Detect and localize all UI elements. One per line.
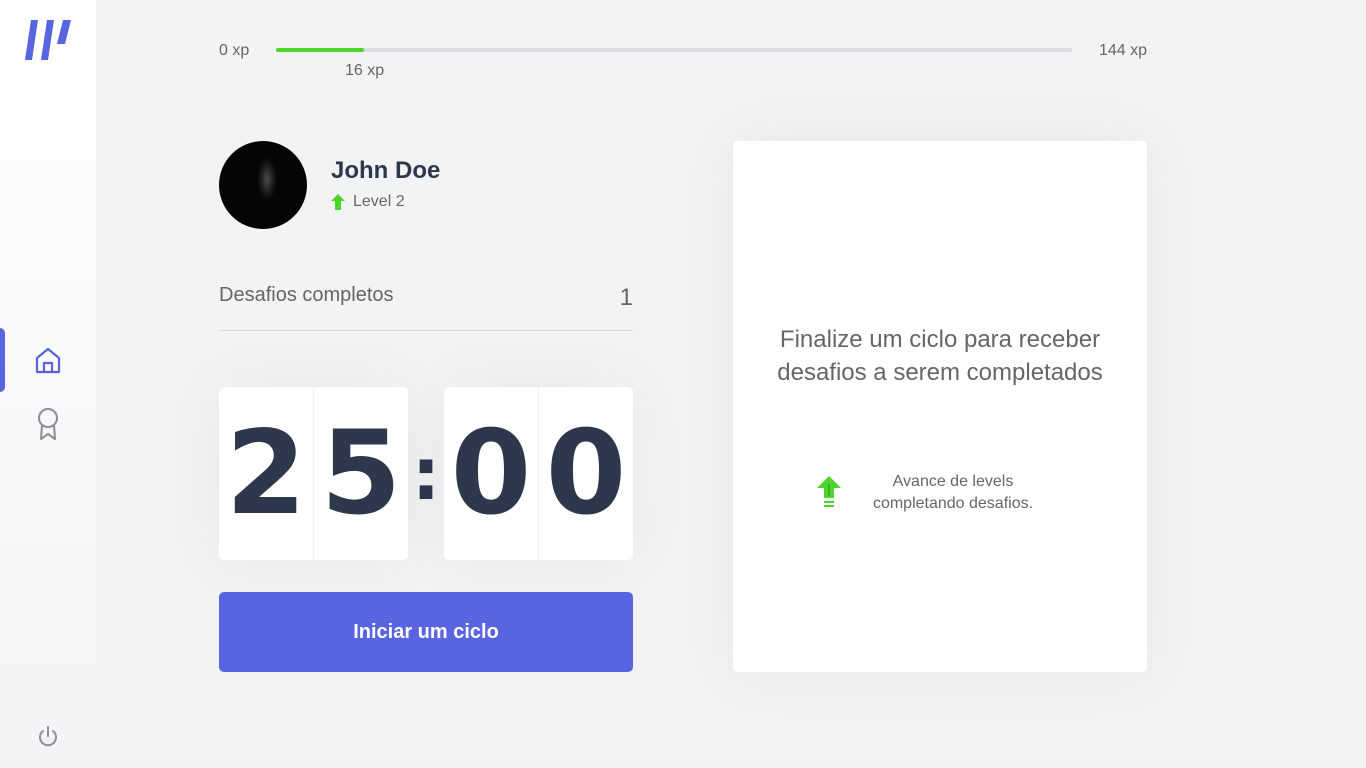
countdown-digit: 0 — [545, 406, 627, 541]
countdown-minutes: 2 5 — [219, 387, 408, 560]
profile-level: Level 2 — [331, 193, 405, 211]
countdown-digit: 5 — [320, 406, 402, 541]
sidebar — [0, 0, 96, 768]
completed-challenges-label: Desafios completos — [219, 284, 394, 306]
challenge-empty-title: Finalize um ciclo para receber desafios … — [777, 326, 1103, 386]
xp-progress-fill — [276, 48, 365, 52]
logout-button[interactable] — [31, 720, 65, 754]
countdown-digit: 0 — [444, 387, 539, 560]
nav-home-button[interactable] — [31, 343, 65, 377]
xp-current-label: 16 xp — [345, 62, 385, 79]
avatar — [219, 141, 307, 229]
active-nav-indicator — [0, 328, 5, 392]
challenge-hint-text: Avance de levels completando desafios. — [872, 473, 1034, 512]
countdown-seconds: 0 0 — [444, 387, 633, 560]
challenge-box: Finalize um ciclo para receber desafios … — [733, 141, 1147, 672]
award-icon — [38, 408, 58, 440]
profile: John Doe Level 2 — [219, 141, 633, 229]
countdown: 2 5 : 0 0 — [219, 387, 633, 560]
xp-track — [276, 48, 1072, 52]
countdown-separator: : — [411, 431, 441, 516]
level-up-icon — [331, 194, 345, 210]
completed-challenges: Desafios completos 1 — [219, 284, 633, 331]
level-up-icon — [817, 476, 841, 507]
power-icon — [39, 726, 57, 747]
xp-min-label: 0 xp — [219, 42, 250, 59]
countdown-digit: 2 — [219, 387, 314, 560]
home-icon — [35, 347, 61, 374]
nav-award-button[interactable] — [31, 407, 65, 441]
profile-level-label: Level 2 — [353, 193, 405, 210]
completed-challenges-count: 1 — [619, 284, 633, 311]
experience-bar: 0 xp 16 xp 144 xp — [219, 40, 1147, 80]
challenge-hint: Avance de levels completando desafios. — [817, 471, 1067, 515]
xp-max-label: 144 xp — [1098, 42, 1147, 59]
start-cycle-button[interactable]: Iniciar um ciclo — [219, 592, 633, 672]
logo-icon — [25, 20, 71, 60]
profile-name: John Doe — [331, 157, 441, 184]
